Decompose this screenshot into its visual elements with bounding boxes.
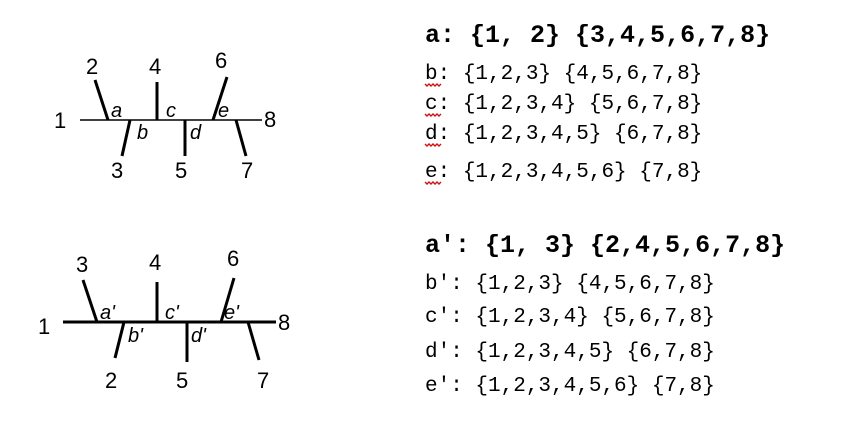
tree-1-leaf-label: 8 xyxy=(264,107,276,132)
split-line-e-prime: e': {1,2,3,4,5,6} {7,8} xyxy=(425,375,715,398)
tree-2-leaf-label: 1 xyxy=(38,314,50,339)
tree-split-diagram: 1 2 3 4 5 6 7 8 a b c d e a: {1, 2} {3,4… xyxy=(38,21,785,398)
split-line-a-prime: a': {1, 3} {2,4,5,6,7,8} xyxy=(425,231,785,260)
tree-2-branch-leaf-3 xyxy=(81,279,99,323)
tree-2-edge-label: e' xyxy=(224,302,240,324)
tree-2-edge-label: b' xyxy=(128,325,144,347)
tree-2-leaf-label: 3 xyxy=(76,252,88,277)
tree-1-leaf-label: 7 xyxy=(241,158,253,183)
tree-1-edge-label: b xyxy=(137,122,148,144)
tree-1-branch-leaf-3 xyxy=(120,119,132,157)
tree-2-edge-label: d' xyxy=(191,325,207,347)
tree-1-leaf-label: 2 xyxy=(86,54,98,79)
tree-2-leaf-label: 4 xyxy=(149,250,161,275)
split-line-d: d: {1,2,3,4,5} {6,7,8} xyxy=(425,123,702,146)
tree-2-leaf-label: 6 xyxy=(227,246,239,271)
tree-2-leaf-label: 7 xyxy=(257,368,269,393)
split-line-b: b: {1,2,3} {4,5,6,7,8} xyxy=(425,63,702,86)
tree-1-edge-label: c xyxy=(166,100,176,122)
tree-2-branch-leaf-2 xyxy=(113,321,126,359)
tree-1-leaf-label: 6 xyxy=(215,48,227,73)
split-line-c: c: {1,2,3,4} {5,6,7,8} xyxy=(425,93,702,116)
tree-2-splits: a': {1, 3} {2,4,5,6,7,8} b': {1,2,3} {4,… xyxy=(425,231,785,398)
tree-1: 1 2 3 4 5 6 7 8 a b c d e xyxy=(54,48,276,183)
split-line-c-prime: c': {1,2,3,4} {5,6,7,8} xyxy=(425,306,715,329)
tree-1-edge-label: a xyxy=(111,100,122,122)
tree-2-leaf-label: 5 xyxy=(176,368,188,393)
tree-1-edge-label: d xyxy=(190,122,202,144)
tree-1-edge-label: e xyxy=(218,100,229,122)
tree-1-leaf-label: 5 xyxy=(175,158,187,183)
split-line-e: e: {1,2,3,4,5,6} {7,8} xyxy=(425,161,702,184)
tree-1-branch-leaf-7 xyxy=(234,119,248,157)
tree-2: 1 3 2 4 5 6 7 8 a' b' c' d' e' xyxy=(38,246,290,393)
tree-2-branch-leaf-7 xyxy=(246,321,261,361)
split-line-a: a: {1, 2} {3,4,5,6,7,8} xyxy=(425,21,770,50)
tree-2-edge-label: a' xyxy=(100,302,116,324)
tree-1-leaf-label: 4 xyxy=(149,54,161,79)
split-line-d-prime: d': {1,2,3,4,5} {6,7,8} xyxy=(425,341,715,364)
tree-1-branch-leaf-2 xyxy=(93,79,110,121)
tree-1-leaf-label: 1 xyxy=(54,108,66,133)
tree-2-leaf-label: 8 xyxy=(278,310,290,335)
tree-2-leaf-label: 2 xyxy=(105,368,117,393)
tree-2-edge-label: c' xyxy=(165,302,180,324)
tree-1-splits: a: {1, 2} {3,4,5,6,7,8} b: {1,2,3} {4,5,… xyxy=(424,21,770,185)
split-line-b-prime: b': {1,2,3} {4,5,6,7,8} xyxy=(425,273,715,296)
tree-1-leaf-label: 3 xyxy=(111,158,123,183)
